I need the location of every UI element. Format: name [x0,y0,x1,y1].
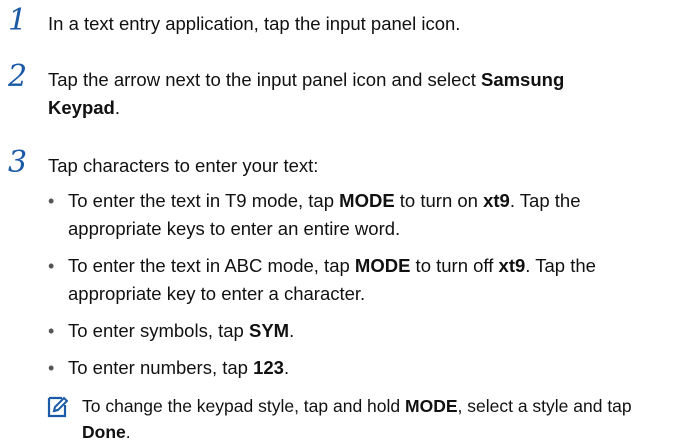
list-item: • To enter the text in ABC mode, tap MOD… [46,252,678,308]
bold-term: Samsung [480,69,565,90]
step-text: In a text entry application, tap the inp… [48,13,461,34]
bullet-list: • To enter the text in T9 mode, tap MODE… [46,187,678,382]
manual-page: 1 In a text entry application, tap the i… [0,0,687,446]
text-run: , select a style and tap [457,396,632,416]
bold-term: Done [82,422,126,442]
step-number: 2 [8,59,28,94]
text-run: . [114,97,120,118]
bold-term: MODE [339,190,395,211]
step-number: 1 [8,3,28,38]
bold-term: MODE [405,396,458,416]
text-run: To change the keypad style, tap and hold [82,396,406,416]
text-run: To enter numbers, tap [68,357,254,378]
text-run: Tap the arrow next to the input panel ic… [48,69,481,90]
text-run: . Tap the [509,190,581,211]
bullet-icon: • [48,256,55,276]
step-text: Tap characters to enter your text: [48,155,319,176]
text-run: appropriate keys to enter an entire word… [68,218,401,239]
bold-term: 123 [253,357,284,378]
bold-term: Keypad [48,97,115,118]
text-run: . Tap the [525,255,596,276]
text-run: . [283,357,290,378]
text-run: . [125,422,131,442]
bullet-icon: • [48,358,55,378]
list-item: • To enter the text in T9 mode, tap MODE… [46,187,678,243]
list-item: • To enter numbers, tap 123. [46,354,678,382]
text-run: appropriate key to enter a character. [68,283,366,304]
bold-term: xt9 [483,190,510,211]
list-item: • To enter symbols, tap SYM. [46,317,678,345]
bullet-icon: • [48,321,55,341]
text-run: to turn on [394,190,484,211]
bold-term: MODE [354,255,411,276]
bold-term: xt9 [498,255,526,276]
text-run: To enter the text in T9 mode, tap [68,190,340,211]
step-text: Tap the arrow next to the input panel ic… [48,66,678,122]
note-text: To change the keypad style, tap and hold… [82,393,672,445]
note-pencil-icon [47,396,68,418]
step-number: 3 [8,145,28,180]
text-run: To enter the text in ABC mode, tap [68,255,355,276]
text-run: To enter symbols, tap [68,320,249,341]
text-run: . [289,320,295,341]
bullet-icon: • [48,191,55,211]
text-run: to turn off [410,255,499,276]
bold-term: SYM [248,320,290,341]
